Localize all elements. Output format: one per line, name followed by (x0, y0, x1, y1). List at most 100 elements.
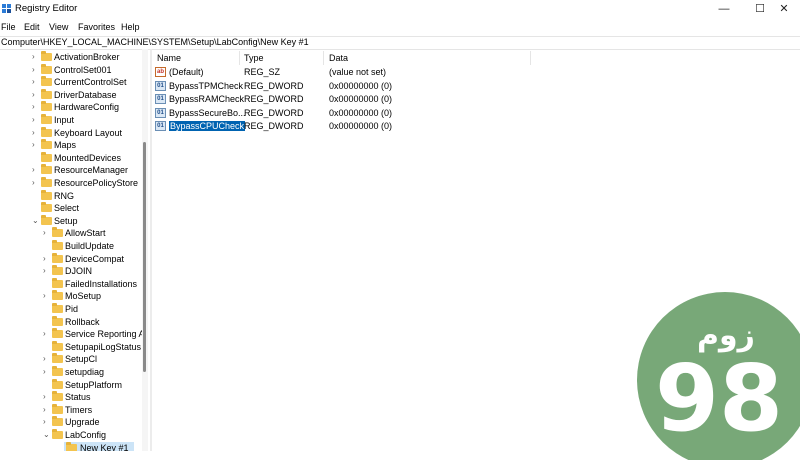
tree-item[interactable]: ⌄ LabConfig (0, 429, 148, 441)
tree-item[interactable]: FailedInstallations (0, 277, 148, 290)
chevron-right-icon[interactable]: › (43, 391, 51, 403)
tree-item-label: ResourcePolicyStore (54, 178, 139, 188)
chevron-right-icon[interactable]: › (43, 265, 51, 277)
address-path[interactable]: Computer\HKEY_LOCAL_MACHINE\SYSTEM\Setup… (1, 37, 309, 47)
column-divider[interactable] (239, 51, 240, 65)
folder-icon (41, 139, 52, 150)
tree-item[interactable]: › CurrentControlSet (0, 76, 148, 88)
chevron-right-icon[interactable]: › (32, 76, 40, 88)
tree-item-label: ResourceManager (54, 165, 129, 176)
column-type[interactable]: Type (244, 53, 264, 63)
tree-item-label: BuildUpdate (65, 241, 115, 251)
tree-item[interactable]: ⌄ Setup (0, 214, 148, 227)
address-bar[interactable]: Computer\HKEY_LOCAL_MACHINE\SYSTEM\Setup… (0, 36, 800, 50)
tree-item[interactable]: New Key #1 (64, 441, 134, 451)
tree-item[interactable]: › AllowStart (0, 227, 148, 239)
menu-favorites[interactable]: Favorites (78, 22, 115, 32)
column-divider[interactable] (530, 51, 531, 65)
tree-item[interactable]: RNG (0, 189, 148, 202)
value-name[interactable]: BypassCPUCheck (169, 121, 247, 132)
tree-item[interactable]: › Maps (0, 139, 148, 151)
tree-item[interactable]: › HardwareConfig (0, 101, 148, 113)
chevron-right-icon[interactable]: › (32, 101, 40, 113)
tree-item[interactable]: › Input (0, 114, 148, 126)
tree-item[interactable]: › ResourcePolicyStore (0, 177, 148, 189)
tree-item[interactable]: › setupdiag (0, 366, 148, 378)
tree-item[interactable]: › Keyboard Layout (0, 126, 148, 139)
pane-splitter[interactable] (150, 49, 152, 451)
chevron-right-icon[interactable]: › (32, 164, 40, 176)
chevron-right-icon[interactable]: › (43, 416, 51, 428)
value-name[interactable]: BypassTPMCheck (169, 81, 243, 91)
tree-item[interactable]: › ActivationBroker (0, 51, 148, 63)
chevron-right-icon[interactable]: › (43, 253, 51, 265)
column-name[interactable]: Name (157, 53, 181, 63)
tree-item[interactable]: MountedDevices (0, 151, 148, 164)
value-name-cell[interactable]: BypassRAMCheck (169, 94, 251, 104)
tree-item-label: Input (54, 115, 75, 125)
tree-item[interactable]: › Service Reporting A (0, 328, 148, 340)
chevron-down-icon[interactable]: ⌄ (43, 429, 51, 441)
chevron-right-icon[interactable]: › (32, 51, 40, 63)
chevron-right-icon[interactable]: › (43, 366, 51, 378)
tree-item-label: Maps (54, 140, 77, 151)
zoom98-logo: زوم 98 (637, 292, 800, 460)
chevron-right-icon[interactable]: › (43, 290, 51, 302)
chevron-right-icon[interactable]: › (43, 227, 51, 239)
tree-item-label: Upgrade (65, 417, 100, 428)
tree-item[interactable]: › MoSetup (0, 290, 148, 302)
value-name-cell[interactable]: (Default) (169, 67, 251, 77)
tree-item[interactable]: › DeviceCompat (0, 252, 148, 265)
value-name-cell[interactable]: BypassCPUCheck (169, 121, 251, 132)
tree-item[interactable]: › DJOIN (0, 265, 148, 277)
tree-item[interactable]: › SetupCl (0, 353, 148, 365)
tree-item[interactable]: › Timers (0, 403, 148, 416)
tree-item[interactable]: BuildUpdate (0, 240, 148, 252)
chevron-right-icon[interactable]: › (32, 177, 40, 189)
tree-item[interactable]: › Status (0, 391, 148, 403)
tree-item[interactable]: SetupPlatform (0, 378, 148, 391)
value-name-cell[interactable]: BypassSecureBo... (169, 108, 251, 118)
chevron-right-icon[interactable]: › (43, 404, 51, 416)
minimize-button[interactable]: — (706, 0, 742, 18)
value-name[interactable]: BypassSecureBo... (169, 108, 246, 118)
key-tree[interactable]: › ActivationBroker › ControlSet001 › CurrentC… (0, 49, 148, 451)
menu-edit[interactable]: Edit (24, 22, 40, 32)
tree-item[interactable]: Rollback (0, 315, 148, 328)
close-button[interactable]: ✕ (766, 0, 800, 18)
tree-item[interactable]: SetupapiLogStatus (0, 340, 148, 353)
menu-view[interactable]: View (49, 22, 68, 32)
value-row[interactable]: 01 BypassSecureBo... REG_DWORD 0x00000000 (… (155, 107, 555, 120)
chevron-right-icon[interactable]: › (32, 114, 40, 126)
tree-item[interactable]: Select (0, 202, 148, 214)
chevron-right-icon[interactable]: › (43, 353, 51, 365)
column-divider[interactable] (323, 51, 324, 65)
chevron-right-icon[interactable]: › (43, 328, 51, 340)
value-name-cell[interactable]: BypassTPMCheck (169, 81, 251, 91)
value-row[interactable]: 01 BypassCPUCheck REG_DWORD 0x00000000 (0) (155, 120, 555, 133)
tree-item-label: Setup (54, 215, 78, 226)
value-name[interactable]: (Default) (169, 67, 204, 77)
chevron-down-icon[interactable]: ⌄ (32, 215, 40, 227)
value-row[interactable]: 01 BypassRAMCheck REG_DWORD 0x00000000 (0) (155, 93, 555, 106)
tree-item[interactable]: › ResourceManager (0, 164, 148, 176)
tree-item[interactable]: › DriverDatabase (0, 88, 148, 101)
folder-icon (41, 101, 52, 112)
column-data[interactable]: Data (329, 53, 348, 63)
tree-scrollbar-thumb[interactable] (143, 142, 146, 372)
tree-item-label: HardwareConfig (54, 102, 120, 113)
value-type: REG_DWORD (244, 107, 304, 118)
value-row[interactable]: 01 BypassTPMCheck REG_DWORD 0x00000000 (0) (155, 80, 555, 93)
tree-item[interactable]: › Upgrade (0, 416, 148, 428)
chevron-right-icon[interactable]: › (32, 64, 40, 76)
menu-file[interactable]: File (1, 22, 16, 32)
tree-item[interactable]: Pid (0, 303, 148, 315)
menu-help[interactable]: Help (121, 22, 140, 32)
value-name[interactable]: BypassRAMCheck (169, 94, 244, 104)
value-row[interactable]: ab (Default) REG_SZ (value not set) (155, 66, 555, 79)
chevron-right-icon[interactable]: › (32, 127, 40, 139)
chevron-right-icon[interactable]: › (32, 89, 40, 101)
tree-item[interactable]: › ControlSet001 (0, 63, 148, 76)
chevron-right-icon[interactable]: › (32, 139, 40, 151)
window-title: Registry Editor (15, 3, 78, 14)
